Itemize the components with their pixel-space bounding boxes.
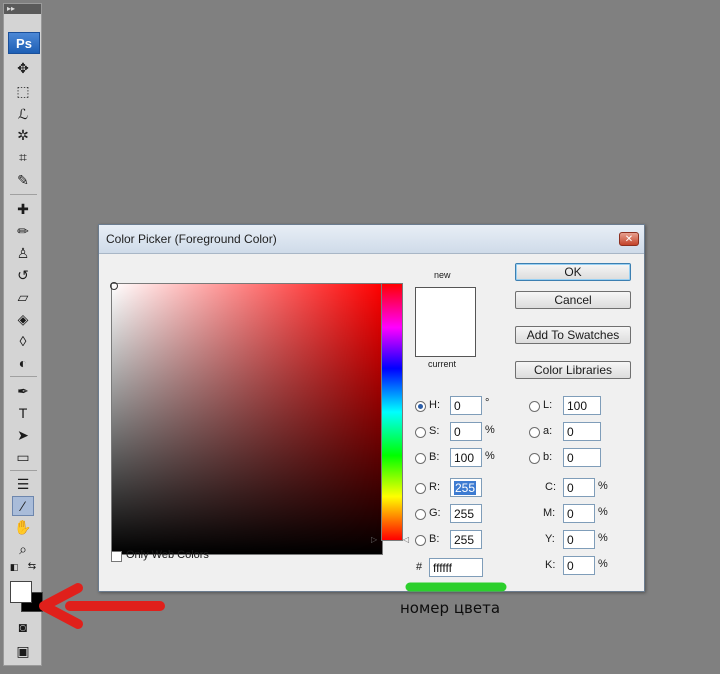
annotation-caption: номер цвета — [400, 599, 501, 617]
foreground-color-swatch[interactable] — [10, 581, 32, 603]
green-highlight-annotation — [405, 582, 507, 592]
